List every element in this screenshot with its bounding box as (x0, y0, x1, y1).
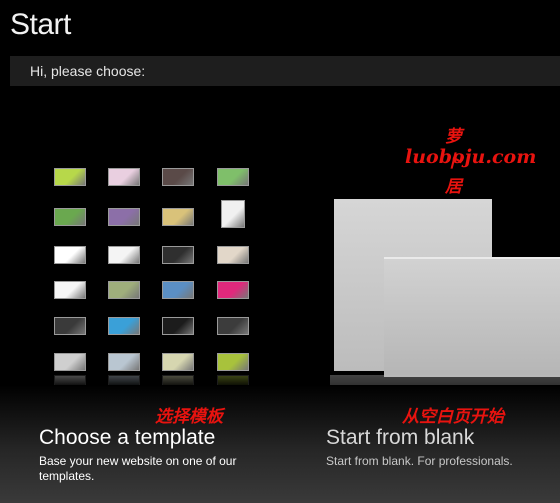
template-thumbnail[interactable] (54, 281, 86, 299)
template-thumbnail[interactable] (108, 353, 140, 371)
watermark-url: luoboju.com (405, 146, 537, 168)
template-annotation: 选择模板 (155, 407, 223, 427)
template-thumbnail[interactable] (54, 208, 86, 226)
start-from-blank-description: Start from blank. For professionals. (326, 454, 513, 468)
template-thumbnail[interactable] (217, 317, 249, 335)
template-thumbnail[interactable] (217, 281, 249, 299)
choose-template-description: Base your new website on one of our temp… (39, 454, 237, 483)
template-thumbnail[interactable] (162, 353, 194, 371)
template-thumbnail[interactable] (54, 168, 86, 186)
template-thumbnail[interactable] (162, 317, 194, 335)
blank-annotation: 从空白页开始 (402, 407, 504, 427)
template-thumbnail[interactable] (108, 168, 140, 186)
template-thumbnail[interactable] (162, 168, 194, 186)
template-thumbnail[interactable] (54, 317, 86, 335)
template-thumbnail[interactable] (54, 353, 86, 371)
template-thumbnail[interactable] (108, 246, 140, 264)
greeting-text: Hi, please choose: (30, 63, 146, 79)
template-thumbnail[interactable] (162, 281, 194, 299)
template-thumbnail[interactable] (108, 208, 140, 226)
template-thumbnail[interactable] (108, 317, 140, 335)
template-thumbnail[interactable] (217, 246, 249, 264)
choose-template-button[interactable]: Choose a template (39, 426, 215, 450)
template-thumbnail[interactable] (221, 200, 245, 228)
page-title: Start (10, 8, 71, 41)
template-thumbnail[interactable] (108, 281, 140, 299)
template-thumbnail[interactable] (54, 246, 86, 264)
template-thumbnail[interactable] (162, 208, 194, 226)
greeting-bar: Hi, please choose: (10, 56, 560, 86)
start-from-blank-button[interactable]: Start from blank (326, 426, 474, 450)
blank-page-preview[interactable] (330, 195, 560, 415)
blank-page-front (384, 257, 560, 377)
template-thumbnail[interactable] (162, 246, 194, 264)
template-thumbnail[interactable] (217, 353, 249, 371)
template-gallery[interactable] (40, 150, 280, 390)
template-thumbnail[interactable] (217, 168, 249, 186)
